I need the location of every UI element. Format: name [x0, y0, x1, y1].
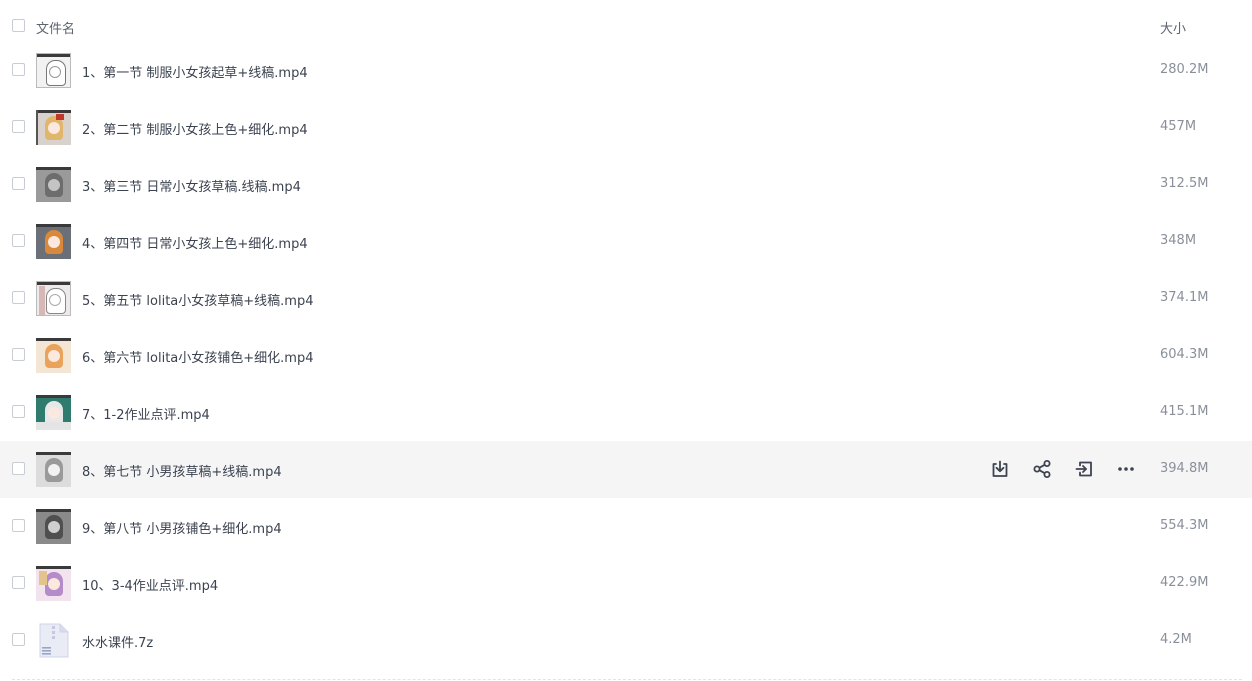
file-row[interactable]: 4、第四节 日常小女孩上色+细化.mp4 348M	[0, 213, 1252, 270]
row-checkbox[interactable]	[12, 291, 25, 304]
move-icon[interactable]	[1073, 458, 1095, 480]
file-row[interactable]: 9、第八节 小男孩铺色+细化.mp4 554.3M	[0, 498, 1252, 555]
file-name[interactable]: 7、1-2作业点评.mp4	[82, 404, 210, 423]
row-actions	[989, 458, 1139, 480]
file-row[interactable]: 6、第六节 lolita小女孩铺色+细化.mp4 604.3M	[0, 327, 1252, 384]
share-icon[interactable]	[1031, 458, 1053, 480]
file-row[interactable]: 3、第三节 日常小女孩草稿.线稿.mp4 312.5M	[0, 156, 1252, 213]
file-size: 4.2M	[1160, 632, 1192, 647]
file-row[interactable]: 8、第七节 小男孩草稿+线稿.mp4 394.8M	[0, 441, 1252, 498]
file-name[interactable]: 1、第一节 制服小女孩起草+线稿.mp4	[82, 62, 308, 81]
download-icon[interactable]	[989, 458, 1011, 480]
file-name[interactable]: 2、第二节 制服小女孩上色+细化.mp4	[82, 119, 308, 138]
row-checkbox[interactable]	[12, 519, 25, 532]
video-thumbnail	[36, 509, 71, 544]
video-thumbnail	[36, 338, 71, 373]
row-checkbox[interactable]	[12, 462, 25, 475]
file-row[interactable]: 水水课件.7z 4.2M	[0, 612, 1252, 669]
row-checkbox[interactable]	[12, 234, 25, 247]
row-checkbox[interactable]	[12, 576, 25, 589]
video-thumbnail	[36, 53, 71, 88]
archive-icon	[38, 623, 70, 658]
file-row[interactable]: 1、第一节 制服小女孩起草+线稿.mp4 280.2M	[0, 42, 1252, 99]
video-thumbnail	[36, 395, 71, 430]
video-thumbnail	[36, 110, 71, 145]
select-all-checkbox[interactable]	[12, 19, 25, 32]
list-bottom-divider	[12, 679, 1242, 680]
file-size: 604.3M	[1160, 347, 1209, 362]
more-icon[interactable]	[1115, 458, 1137, 480]
video-thumbnail	[36, 566, 71, 601]
file-name[interactable]: 8、第七节 小男孩草稿+线稿.mp4	[82, 461, 282, 480]
file-size: 348M	[1160, 233, 1197, 248]
file-name[interactable]: 3、第三节 日常小女孩草稿.线稿.mp4	[82, 176, 301, 195]
file-size: 422.9M	[1160, 575, 1209, 590]
file-row[interactable]: 7、1-2作业点评.mp4 415.1M	[0, 384, 1252, 441]
row-checkbox[interactable]	[12, 348, 25, 361]
video-thumbnail	[36, 167, 71, 202]
file-name[interactable]: 水水课件.7z	[82, 632, 153, 651]
file-size: 312.5M	[1160, 176, 1209, 191]
file-size: 374.1M	[1160, 290, 1209, 305]
row-checkbox[interactable]	[12, 633, 25, 646]
file-size: 280.2M	[1160, 62, 1209, 77]
file-name[interactable]: 6、第六节 lolita小女孩铺色+细化.mp4	[82, 347, 313, 366]
file-name[interactable]: 9、第八节 小男孩铺色+细化.mp4	[82, 518, 282, 537]
row-checkbox[interactable]	[12, 405, 25, 418]
video-thumbnail	[36, 281, 71, 316]
file-name[interactable]: 10、3-4作业点评.mp4	[82, 575, 218, 594]
video-thumbnail	[36, 452, 71, 487]
file-size: 457M	[1160, 119, 1197, 134]
file-row[interactable]: 10、3-4作业点评.mp4 422.9M	[0, 555, 1252, 612]
row-checkbox[interactable]	[12, 177, 25, 190]
name-column-header[interactable]: 文件名	[36, 18, 75, 37]
row-checkbox[interactable]	[12, 120, 25, 133]
file-size: 394.8M	[1160, 461, 1209, 476]
file-name[interactable]: 5、第五节 lolita小女孩草稿+线稿.mp4	[82, 290, 313, 309]
row-checkbox[interactable]	[12, 63, 25, 76]
video-thumbnail	[36, 224, 71, 259]
file-name[interactable]: 4、第四节 日常小女孩上色+细化.mp4	[82, 233, 308, 252]
file-size: 554.3M	[1160, 518, 1209, 533]
file-row[interactable]: 2、第二节 制服小女孩上色+细化.mp4 457M	[0, 99, 1252, 156]
file-size: 415.1M	[1160, 404, 1209, 419]
size-column-header[interactable]: 大小	[1160, 18, 1186, 37]
file-row[interactable]: 5、第五节 lolita小女孩草稿+线稿.mp4 374.1M	[0, 270, 1252, 327]
file-list: 1、第一节 制服小女孩起草+线稿.mp4 280.2M 2、第二节 制服小女孩上…	[0, 42, 1252, 669]
